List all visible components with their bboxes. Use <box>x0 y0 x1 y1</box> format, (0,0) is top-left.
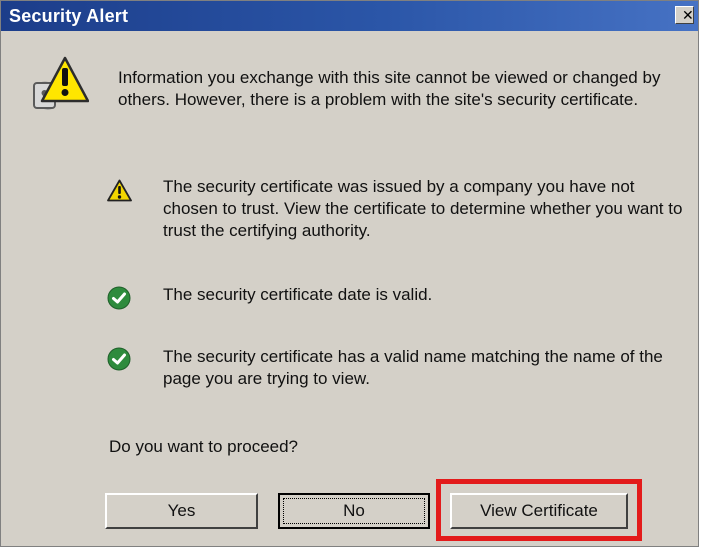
no-button[interactable]: No <box>278 493 430 529</box>
check-icon <box>107 347 131 371</box>
yes-button[interactable]: Yes <box>105 493 258 529</box>
certificate-name-valid: The security certificate has a valid nam… <box>163 347 663 388</box>
view-certificate-button-label: View Certificate <box>480 501 598 520</box>
warning-icon <box>107 179 132 202</box>
window-title: Security Alert <box>9 6 129 26</box>
check-icon <box>107 286 131 310</box>
main-message: Information you exchange with this site … <box>118 68 661 109</box>
yes-button-label: Yes <box>167 501 196 520</box>
close-icon: ✕ <box>682 8 694 24</box>
certificate-trust-warning: The security certificate was issued by a… <box>163 177 683 240</box>
proceed-question: Do you want to proceed? <box>109 437 299 456</box>
lock-warning-icon <box>33 56 89 110</box>
security-alert-dialog: Security Alert ✕ Information you exchang… <box>0 0 699 547</box>
title-bar[interactable]: Security Alert ✕ <box>1 1 698 31</box>
close-button[interactable]: ✕ <box>675 6 694 24</box>
view-certificate-button[interactable]: View Certificate <box>450 493 628 529</box>
no-button-label: No <box>343 501 365 520</box>
certificate-date-valid: The security certificate date is valid. <box>163 285 433 304</box>
